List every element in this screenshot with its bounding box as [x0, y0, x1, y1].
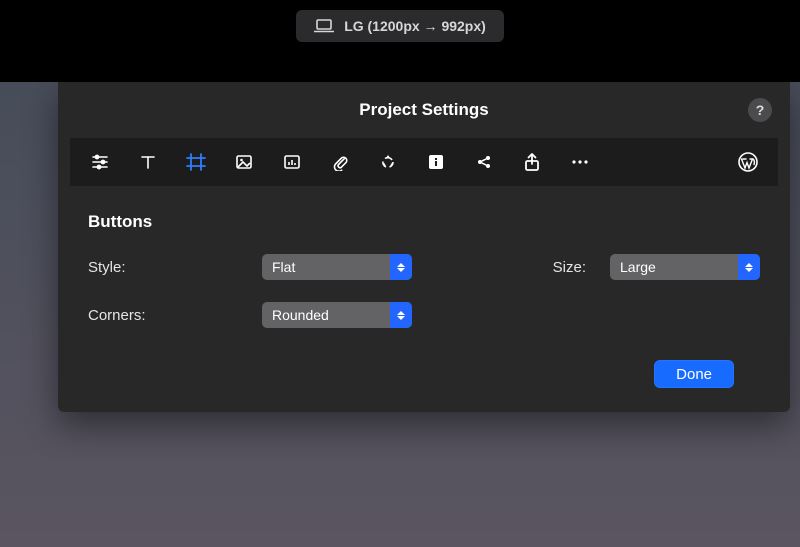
chevron-updown-icon: [390, 302, 412, 328]
frame-icon[interactable]: [184, 150, 208, 174]
size-value: Large: [620, 259, 656, 275]
info-icon[interactable]: [424, 150, 448, 174]
chevron-updown-icon: [390, 254, 412, 280]
laptop-icon: [314, 19, 334, 33]
panel-footer: Done: [88, 350, 760, 388]
chevron-updown-icon: [738, 254, 760, 280]
recycle-icon[interactable]: [376, 150, 400, 174]
panel-title: Project Settings: [359, 100, 488, 120]
more-icon[interactable]: [568, 150, 592, 174]
size-label: Size:: [553, 259, 586, 276]
breakpoint-pill[interactable]: LG (1200px → 992px): [296, 10, 504, 42]
corners-value: Rounded: [272, 307, 329, 323]
corners-row: Corners: Rounded: [88, 302, 760, 328]
image-icon[interactable]: [232, 150, 256, 174]
help-button[interactable]: ?: [748, 98, 772, 122]
sliders-icon[interactable]: [88, 150, 112, 174]
style-select[interactable]: Flat: [262, 254, 412, 280]
corners-select[interactable]: Rounded: [262, 302, 412, 328]
size-select[interactable]: Large: [610, 254, 760, 280]
buttons-section: Buttons Style: Flat Size: Large: [58, 186, 790, 388]
done-label: Done: [676, 366, 712, 383]
type-icon[interactable]: [136, 150, 160, 174]
share-icon[interactable]: [472, 150, 496, 174]
upload-icon[interactable]: [520, 150, 544, 174]
corners-label: Corners:: [88, 307, 248, 324]
panel-header: Project Settings ?: [58, 82, 790, 138]
settings-toolbar: [70, 138, 778, 186]
style-label: Style:: [88, 259, 248, 276]
style-value: Flat: [272, 259, 295, 275]
style-row: Style: Flat Size: Large: [88, 254, 760, 280]
top-bar: LG (1200px → 992px): [0, 0, 800, 82]
done-button[interactable]: Done: [654, 360, 734, 388]
section-title: Buttons: [88, 212, 760, 232]
wordpress-icon[interactable]: [736, 150, 760, 174]
chart-icon[interactable]: [280, 150, 304, 174]
breakpoint-label: LG (1200px → 992px): [344, 18, 486, 34]
help-icon: ?: [756, 102, 765, 118]
project-settings-panel: Project Settings ?: [58, 82, 790, 412]
paperclip-icon[interactable]: [328, 150, 352, 174]
